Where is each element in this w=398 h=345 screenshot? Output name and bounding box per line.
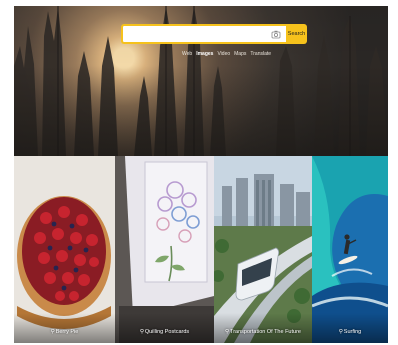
card-caption: ⚲Transportation Of The Future: [214, 329, 312, 335]
search-button[interactable]: Search: [286, 24, 307, 44]
card-fade: [115, 313, 214, 343]
image-cards-row: ⚲Berry Pie ⚲Quilling Postcards ⚲Transpor…: [14, 156, 388, 343]
image-card-surfing[interactable]: ⚲Surfing: [312, 156, 388, 343]
image-card-quilling-postcards[interactable]: ⚲Quilling Postcards: [115, 156, 214, 343]
image-card-berry-pie[interactable]: ⚲Berry Pie: [14, 156, 115, 343]
search-icon: ⚲: [338, 329, 343, 335]
search-icon: ⚲: [50, 329, 55, 335]
nav-link-images[interactable]: Images: [196, 51, 213, 57]
nav-link-web[interactable]: Web: [182, 51, 192, 57]
search-icon: ⚲: [225, 329, 230, 335]
nav-link-translate[interactable]: Translate: [250, 51, 271, 57]
card-label: Surfing: [343, 329, 362, 335]
card-caption: ⚲Berry Pie: [14, 329, 115, 335]
card-label: Berry Pie: [55, 329, 79, 335]
search-input[interactable]: [121, 24, 286, 44]
card-caption: ⚲Quilling Postcards: [115, 329, 214, 335]
card-fade: [312, 313, 388, 343]
page-frame: Search Web Images Video Maps Translate ⚲…: [14, 6, 388, 343]
card-label: Transportation Of The Future: [230, 329, 301, 335]
image-card-transportation[interactable]: ⚲Transportation Of The Future: [214, 156, 312, 343]
search-type-nav: Web Images Video Maps Translate: [182, 51, 271, 57]
nav-link-video[interactable]: Video: [217, 51, 230, 57]
search-icon: ⚲: [139, 329, 144, 335]
camera-icon[interactable]: [271, 29, 281, 39]
card-label: Quilling Postcards: [144, 329, 190, 335]
card-fade: [14, 313, 115, 343]
nav-link-maps[interactable]: Maps: [234, 51, 246, 57]
card-caption: ⚲Surfing: [312, 329, 388, 335]
card-fade: [214, 313, 312, 343]
search-bar: Search: [121, 24, 307, 44]
